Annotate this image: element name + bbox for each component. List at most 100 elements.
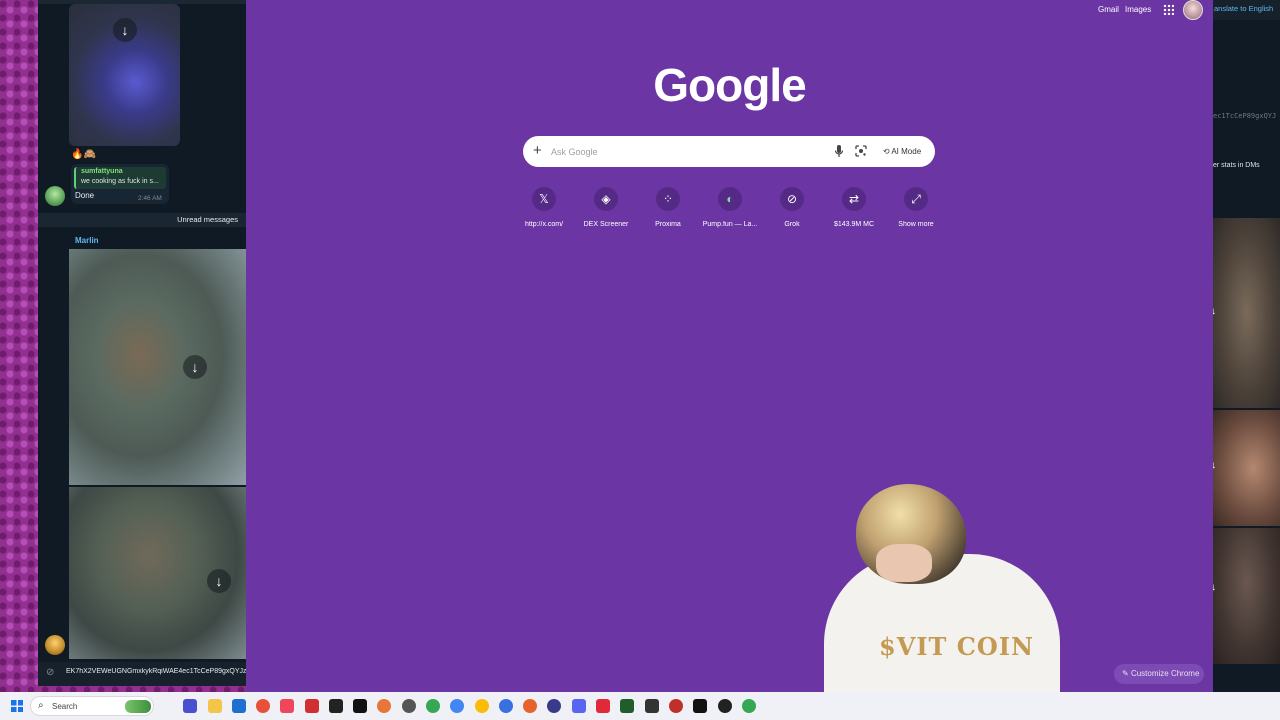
- app-icon[interactable]: [620, 699, 634, 713]
- shortcut-proxima[interactable]: ⁘ Proxima: [637, 187, 699, 237]
- shortcut-label: $143.9M MC: [833, 221, 875, 228]
- proxima-icon: ⁘: [656, 187, 680, 211]
- blurred-media[interactable]: ↓: [1213, 218, 1280, 408]
- app-icon[interactable]: [645, 699, 659, 713]
- download-icon[interactable]: ↓: [1213, 306, 1216, 317]
- app-icon[interactable]: [596, 699, 610, 713]
- file-explorer-icon[interactable]: [208, 699, 222, 713]
- firefox-icon[interactable]: [523, 699, 537, 713]
- stats-text: er stats in DMs: [1213, 162, 1260, 169]
- chrome-icon[interactable]: [256, 699, 270, 713]
- shortcut-label: Grok: [784, 221, 800, 228]
- reply-text: we cooking as fuck in s...: [81, 178, 159, 185]
- dex-icon: ⇄: [842, 187, 866, 211]
- translate-link[interactable]: anslate to English: [1214, 4, 1273, 13]
- taskbar-search[interactable]: ⌕ Search: [30, 696, 154, 716]
- customize-chrome-button[interactable]: ✎ Customize Chrome: [1114, 664, 1204, 684]
- message-composer[interactable]: ⊘ EK7hX2VEWeUGNGmxkykRqiWAE4ec1TcCeP89gx…: [38, 662, 246, 686]
- reply-author: sumfattyuna: [81, 168, 123, 175]
- taskbar-search-label: Search: [52, 702, 78, 711]
- attach-icon[interactable]: ⊘: [46, 667, 54, 678]
- avatar[interactable]: [45, 186, 65, 206]
- grok-icon: ⊘: [780, 187, 804, 211]
- gmail-link[interactable]: Gmail: [1098, 5, 1119, 14]
- windows-start-icon[interactable]: [11, 700, 23, 712]
- search-box[interactable]: + ⟲ AI Mode: [523, 136, 935, 167]
- download-icon[interactable]: ↓: [1213, 460, 1216, 471]
- x-logo-icon: 𝕏: [532, 187, 556, 211]
- shortcut-grok[interactable]: ⊘ Grok: [761, 187, 823, 237]
- blurred-media-3[interactable]: ↓: [69, 487, 246, 659]
- app-icon[interactable]: [669, 699, 683, 713]
- download-icon[interactable]: ↓: [183, 355, 207, 379]
- shortcut-dex-screener[interactable]: ◈ DEX Screener: [575, 187, 637, 237]
- shortcut-pump-fun[interactable]: ◐ Pump.fun — La...: [699, 187, 761, 237]
- claude-icon[interactable]: [377, 699, 391, 713]
- chrome-icon[interactable]: [475, 699, 489, 713]
- shirt-text: $VIT COIN: [879, 632, 1034, 661]
- microphone-icon[interactable]: [834, 144, 844, 159]
- google-lens-icon[interactable]: [855, 145, 867, 157]
- chatgpt-icon[interactable]: [402, 699, 416, 713]
- telegram-chat-window[interactable]: ↓ 🔥🙈 sumfattyuna we cooking as fuck in s…: [38, 0, 246, 686]
- blurred-media-1[interactable]: ↓: [69, 4, 180, 146]
- discord-icon[interactable]: [572, 699, 586, 713]
- app-icon[interactable]: [547, 699, 561, 713]
- message-text: Done: [75, 191, 95, 200]
- customize-label: Customize Chrome: [1130, 669, 1200, 678]
- search-highlight-icon: [125, 700, 151, 713]
- ai-mode-icon: ⟲: [882, 147, 890, 156]
- pill-icon: ◐: [718, 187, 742, 211]
- blurred-media[interactable]: ↓: [1213, 410, 1280, 526]
- shortcut-show-more[interactable]: ⤢ Show more: [885, 187, 947, 237]
- ai-mode-label: AI Mode: [891, 147, 922, 156]
- google-apps-icon[interactable]: [1163, 4, 1174, 15]
- notion-icon[interactable]: [329, 699, 343, 713]
- pencil-icon: ✎: [1122, 669, 1129, 678]
- download-icon[interactable]: ↓: [1213, 582, 1216, 593]
- chrome-icon[interactable]: [499, 699, 513, 713]
- copilot-icon[interactable]: [183, 699, 197, 713]
- plus-icon[interactable]: +: [533, 142, 542, 160]
- search-input[interactable]: [551, 144, 821, 159]
- dex-screener-icon: ◈: [594, 187, 618, 211]
- shortcut-label: DEX Screener: [583, 221, 629, 228]
- google-logo: Google: [653, 59, 806, 111]
- music-icon[interactable]: [280, 699, 294, 713]
- ai-mode-button[interactable]: ⟲ AI Mode: [877, 142, 927, 161]
- obs-icon[interactable]: [718, 699, 732, 713]
- shortcut-label: Pump.fun — La...: [702, 221, 758, 228]
- shortcut-label: Show more: [898, 221, 934, 228]
- app-icon[interactable]: [353, 699, 367, 713]
- chrome-new-tab-page: Gmail Images Google + ⟲ AI Mode 𝕏 http:/…: [246, 0, 1213, 692]
- search-icon: ⌕: [38, 700, 44, 711]
- download-icon[interactable]: ↓: [113, 18, 137, 42]
- blurred-media[interactable]: ↓: [1213, 528, 1280, 664]
- webcam-overlay: $VIT COIN: [824, 484, 1060, 702]
- shortcut-label: http://x.com/: [524, 221, 564, 228]
- profile-avatar[interactable]: [1183, 0, 1203, 20]
- blurred-media-2[interactable]: ↓: [69, 249, 246, 485]
- chrome-icon[interactable]: [742, 699, 756, 713]
- right-chat-window[interactable]: anslate to English ec1TcCeP89gxQYJ er st…: [1213, 0, 1280, 692]
- sender-name[interactable]: Marlin: [75, 236, 99, 245]
- shortcut-label: Proxima: [655, 221, 681, 228]
- store-icon[interactable]: [232, 699, 246, 713]
- message-reactions[interactable]: 🔥🙈: [71, 149, 96, 160]
- download-icon[interactable]: ↓: [207, 569, 231, 593]
- message-time: 2:46 AM: [138, 195, 162, 202]
- expand-icon: ⤢: [904, 187, 928, 211]
- reply-preview[interactable]: sumfattyuna we cooking as fuck in s...: [74, 167, 166, 189]
- app-icon[interactable]: [693, 699, 707, 713]
- shortcuts-row: 𝕏 http://x.com/ ◈ DEX Screener ⁘ Proxima…: [513, 187, 945, 237]
- chrome-icon[interactable]: [426, 699, 440, 713]
- composer-input[interactable]: EK7hX2VEWeUGNGmxkykRqiWAE4ec1TcCeP89gxQY…: [66, 668, 246, 675]
- images-link[interactable]: Images: [1125, 5, 1151, 14]
- avatar[interactable]: [45, 635, 65, 655]
- streamer-face: [876, 544, 932, 582]
- app-icon[interactable]: [305, 699, 319, 713]
- shortcut-x[interactable]: 𝕏 http://x.com/: [513, 187, 575, 237]
- shortcut-dex[interactable]: ⇄ $143.9M MC: [823, 187, 885, 237]
- chrome-icon[interactable]: [450, 699, 464, 713]
- contract-address-text: ec1TcCeP89gxQYJ: [1213, 112, 1277, 120]
